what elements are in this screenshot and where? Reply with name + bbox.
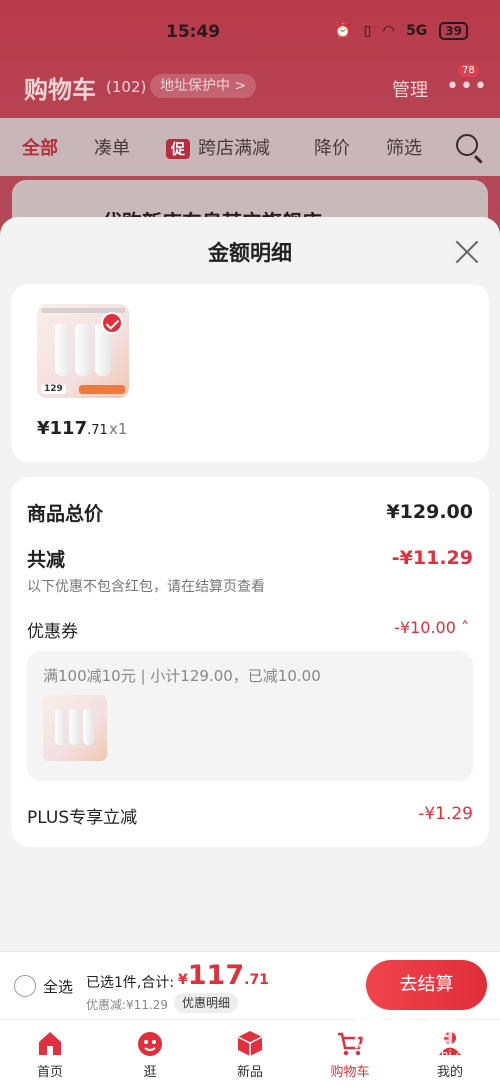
product-tube-image (55, 709, 66, 745)
vibrate-icon: ▯ (363, 23, 372, 39)
currency-symbol: ¥ (178, 972, 188, 988)
alarm-icon: ⏰ (334, 23, 352, 39)
total-value: ¥129.00 (386, 501, 473, 523)
status-time: 15:49 (166, 22, 221, 42)
reduce-label: 共减 (27, 549, 66, 571)
tab-all[interactable]: 全部 (22, 134, 58, 160)
coupon-label: 优惠券 (27, 622, 78, 642)
tab-new-products[interactable]: 新品 (215, 1028, 285, 1080)
cart-count: (102) (106, 78, 147, 96)
network-label: 5G (406, 23, 428, 39)
discount-detail-button[interactable]: 优惠明细 (174, 993, 239, 1013)
select-all-radio[interactable] (14, 975, 36, 997)
thumb-promo-strip (79, 385, 125, 394)
stroll-icon (138, 1032, 162, 1056)
selected-items-card: 129 ¥117.71 x1 (11, 284, 489, 462)
tab-price-drop[interactable]: 降价 (314, 134, 350, 160)
tab-stroll-label: 逛 (143, 1065, 157, 1080)
total-price-decimal: .71 (244, 972, 269, 988)
status-bar: 15:49 ⏰ ▯ ◠ 5G 39 (0, 0, 500, 62)
reduce-value: -¥11.29 (391, 547, 473, 569)
reduce-note: 以下优惠不包含红包，请在结算页查看 (27, 579, 265, 595)
plus-value: -¥1.29 (418, 804, 473, 824)
battery-icon: 39 (439, 22, 468, 40)
site-watermark: 值值值 www.zhizhizhi.com (350, 1006, 481, 1062)
discount-summary: 优惠减:¥11.29 (86, 998, 169, 1012)
tab-home-label: 首页 (36, 1065, 63, 1080)
promo-badge: 促 (166, 139, 190, 159)
more-badge: 78 (458, 64, 479, 77)
selection-summary: 已选1件,合计: (86, 975, 175, 991)
product-tube-image (75, 324, 91, 376)
item-price-decimal: .71 (87, 423, 108, 438)
coupon-toggle[interactable]: -¥10.00 ˄ (394, 618, 469, 637)
status-icons: ⏰ ▯ ◠ 5G 39 (334, 22, 468, 40)
product-tube-image (69, 709, 80, 745)
checkout-button[interactable]: 去结算 (366, 960, 487, 1010)
home-icon (39, 1032, 61, 1055)
address-protect-pill[interactable]: 地址保护中 > (150, 74, 257, 98)
tab-home[interactable]: 首页 (15, 1028, 85, 1080)
product-tube-image (55, 324, 71, 376)
thumb-price: 129 (41, 384, 66, 394)
product-tube-image (83, 709, 94, 745)
tab-bundle[interactable]: 凑单 (94, 134, 130, 160)
tab-filter[interactable]: 筛选 (386, 134, 422, 160)
tab-stroll[interactable]: 逛 (115, 1028, 185, 1080)
total-price: ¥117.71 (178, 960, 269, 991)
product-thumbnail[interactable]: 129 (37, 304, 129, 398)
tab-new-products-label: 新品 (236, 1065, 263, 1080)
watermark-url: www.zhizhizhi.com (368, 1048, 482, 1062)
page-title: 购物车 (24, 76, 96, 104)
plus-label: PLUS专享立减 (27, 808, 138, 828)
coupon-detail-text: 满100减10元 | 小计129.00，已减10.00 (43, 667, 321, 685)
tab-cross-store-label: 跨店满减 (198, 138, 270, 159)
coupon-detail-box: 满100减10元 | 小计129.00，已减10.00 (27, 651, 473, 781)
item-quantity: x1 (109, 420, 128, 438)
wifi-icon: ◠ (383, 23, 395, 39)
manage-button[interactable]: 管理 (392, 76, 428, 102)
total-label: 商品总价 (27, 503, 104, 525)
close-icon[interactable] (454, 239, 480, 265)
item-price: ¥117.71 (37, 418, 108, 439)
price-breakdown-card: 商品总价 ¥129.00 共减 -¥11.29 以下优惠不包含红包，请在结算页查… (11, 477, 489, 847)
tab-cross-store[interactable]: 促跨店满减 (166, 134, 270, 160)
sheet-title: 金额明细 (208, 241, 292, 265)
search-icon[interactable] (456, 134, 478, 156)
cart-header: 购物车 (102) 地址保护中 > 管理 ••• 78 (0, 64, 500, 110)
filter-tabs: 全部 凑单 促跨店满减 降价 筛选 (0, 118, 500, 176)
tab-cart-label: 购物车 (330, 1065, 370, 1080)
chevron-up-icon: ˄ (461, 618, 469, 637)
coupon-value: -¥10.00 (394, 618, 456, 637)
total-price-main: 117 (187, 960, 245, 991)
select-all-label[interactable]: 全选 (43, 976, 73, 997)
coupon-product-thumbnail (43, 695, 107, 761)
tab-profile-label: 我的 (436, 1065, 463, 1080)
more-icon[interactable]: ••• (446, 74, 488, 99)
new-product-icon (237, 1031, 263, 1056)
selected-check-icon (101, 312, 123, 334)
item-price-main: ¥117 (37, 418, 88, 439)
